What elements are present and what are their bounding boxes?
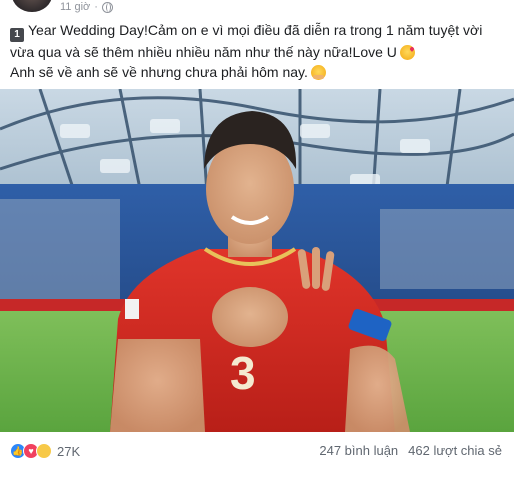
kiss-emoji-icon [399,45,415,60]
post-header: 11 giờ · [0,0,514,16]
facebook-post: 11 giờ · 1 Year Wedding Day!Cảm on e vì m… [0,0,514,480]
post-text: 1 Year Wedding Day!Cảm on e vì mọi điều đ… [10,20,510,82]
post-photo[interactable]: 3 [0,89,514,432]
post-line-1: 1 Year Wedding Day!Cảm on e vì mọi điều đ… [10,20,510,62]
post-meta: 11 giờ · [60,0,113,14]
reactions-summary[interactable]: 👍 ♥ 27K [10,443,80,459]
shares-count-link[interactable]: 462 lượt chia sẻ [408,443,502,458]
post-stats: 247 bình luận 462 lượt chia sẻ [319,443,502,458]
comments-count-link[interactable]: 247 bình luận [319,443,398,458]
hands-heart-gesture [212,287,288,347]
haha-icon [36,443,52,459]
sleeve-badge [125,299,139,319]
post-timestamp[interactable]: 11 giờ [60,1,90,13]
post-footer: 👍 ♥ 27K 247 bình luận 462 lượt chia sẻ [0,440,514,466]
number-badge-icon: 1 [10,28,24,42]
jersey-number: 3 [230,347,256,399]
post-line-2: Anh sẽ về anh sẽ về nhưng chưa phải hôm … [10,62,510,82]
globe-icon[interactable] [101,1,113,13]
post-line-2-text: Anh sẽ về anh sẽ về nhưng chưa phải hôm … [10,64,308,80]
reaction-count: 27K [57,443,81,459]
avatar[interactable] [12,0,52,12]
hug-emoji-icon [310,65,326,80]
